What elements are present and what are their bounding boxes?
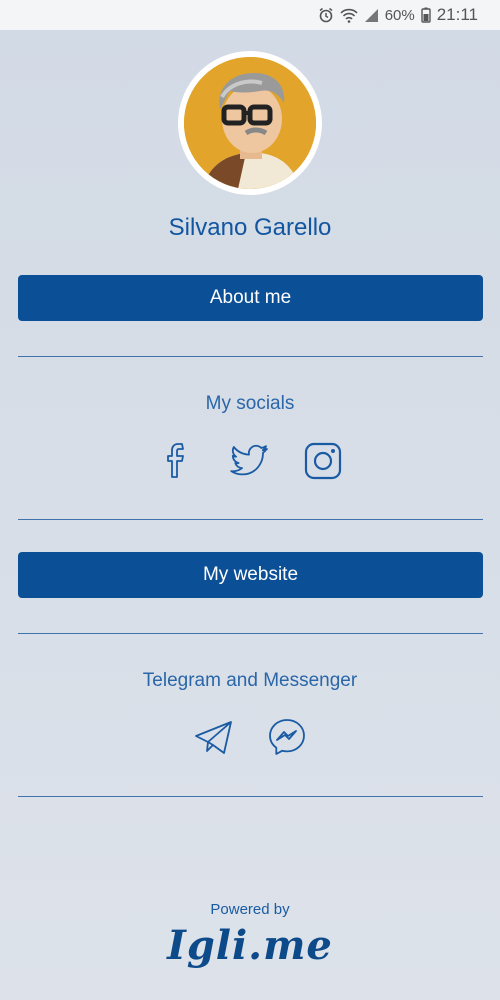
divider xyxy=(18,633,483,634)
divider xyxy=(18,796,483,797)
messaging-title: Telegram and Messenger xyxy=(142,670,358,691)
instagram-icon[interactable] xyxy=(304,442,342,480)
clock-time: 21:11 xyxy=(436,5,478,24)
status-bar: 60% 21:11 xyxy=(0,0,500,30)
alarm-icon xyxy=(319,7,333,23)
divider xyxy=(18,356,483,357)
socials-title: My socials xyxy=(205,393,295,414)
brand-logo[interactable]: Igli.me xyxy=(0,922,500,969)
powered-by-label: Powered by xyxy=(210,901,290,918)
telegram-icon[interactable] xyxy=(194,720,234,756)
my-website-button[interactable]: My website xyxy=(18,552,483,598)
avatar xyxy=(178,51,322,195)
messenger-icon[interactable] xyxy=(268,718,306,756)
divider xyxy=(18,519,483,520)
signal-icon xyxy=(364,8,378,22)
avatar-image xyxy=(184,57,316,189)
battery-icon xyxy=(421,7,431,23)
wifi-icon xyxy=(340,8,358,23)
battery-percentage: 60% xyxy=(384,6,415,24)
about-me-button[interactable]: About me xyxy=(18,275,483,321)
twitter-icon[interactable] xyxy=(230,443,270,479)
profile-name: Silvano Garello xyxy=(168,214,332,241)
facebook-icon[interactable] xyxy=(160,440,196,480)
